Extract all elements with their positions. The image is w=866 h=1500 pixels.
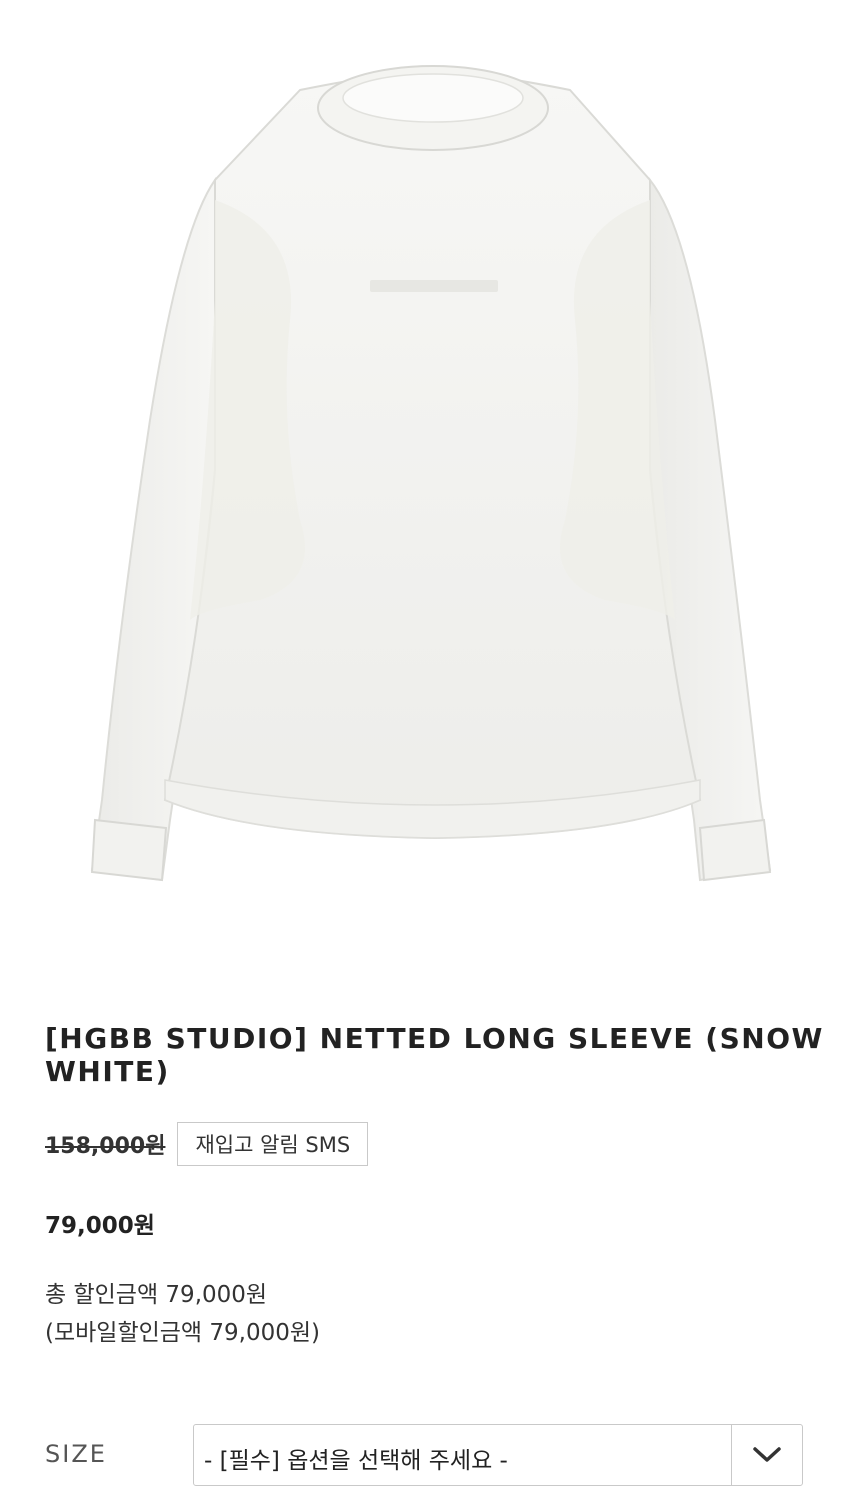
size-label: SIZE [45, 1440, 107, 1468]
total-discount: 총 할인금액 79,000원 [45, 1282, 268, 1308]
discount-info: 총 할인금액 79,000원 (모바일할인금액 79,000원) [45, 1276, 320, 1352]
restock-sms-button[interactable]: 재입고 알림 SMS [177, 1122, 369, 1166]
mobile-discount: (모바일할인금액 79,000원) [45, 1320, 321, 1346]
original-price: 158,000원 [45, 1134, 166, 1159]
size-option-row: SIZE - [필수] 옵션을 선택해 주세요 - [45, 1424, 805, 1488]
size-select[interactable]: - [필수] 옵션을 선택해 주세요 - [193, 1424, 803, 1486]
product-image [0, 0, 866, 960]
sale-price: 79,000원 [45, 1213, 155, 1239]
size-select-value: - [필수] 옵션을 선택해 주세요 - [204, 1448, 508, 1474]
product-info: [HGBB STUDIO] NETTED LONG SLEEVE (SNOW W… [45, 1022, 825, 1346]
chevron-down-icon[interactable] [731, 1425, 802, 1485]
price-row: 158,000원 재입고 알림 SMS [45, 1122, 369, 1166]
product-title: [HGBB STUDIO] NETTED LONG SLEEVE (SNOW W… [45, 1022, 824, 1088]
